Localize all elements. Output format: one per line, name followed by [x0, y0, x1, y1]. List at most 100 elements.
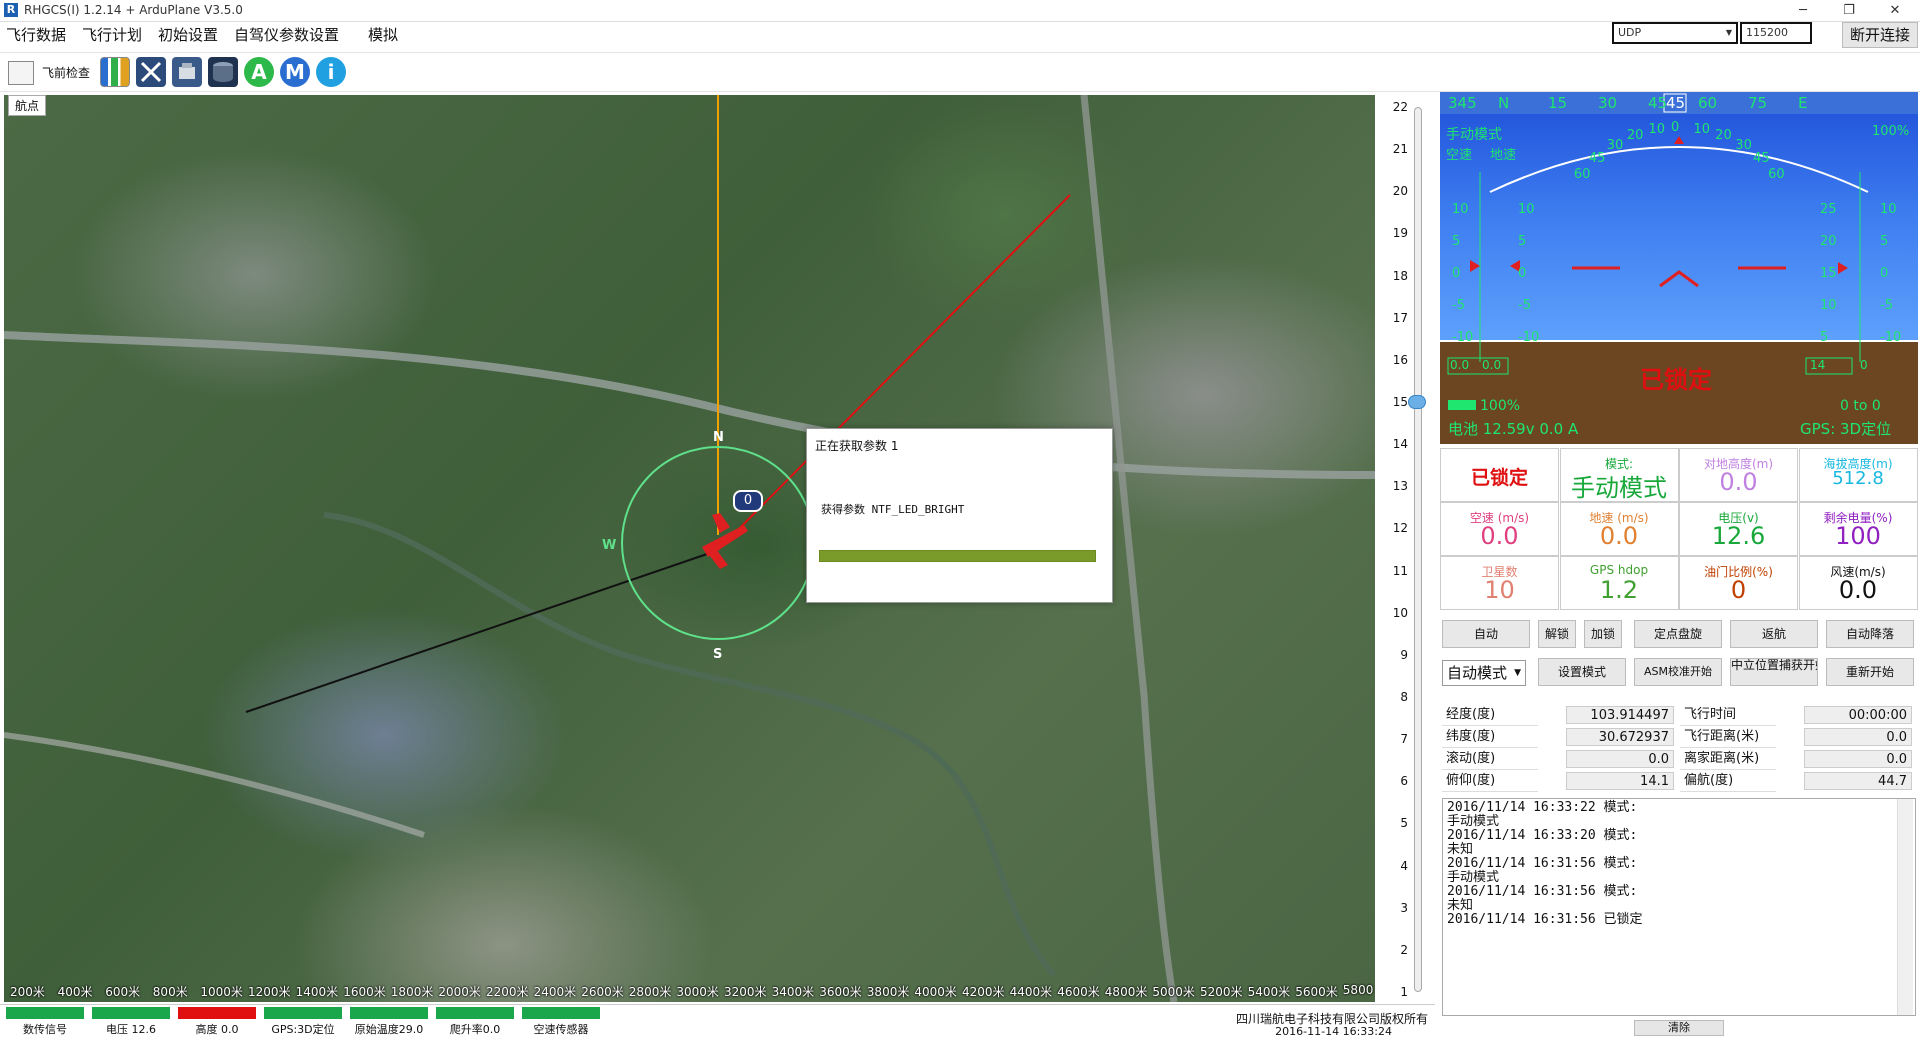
waypoint-marker[interactable]: 0	[733, 490, 763, 512]
hud-battery-percent: 100%	[1480, 398, 1521, 414]
info-value: 14.1	[1566, 772, 1674, 790]
data-cell-value: 100	[1835, 522, 1881, 550]
baud-select[interactable]: 115200	[1740, 22, 1812, 44]
chart-icon[interactable]	[100, 57, 130, 87]
data-cell-value: 已锁定	[1470, 467, 1528, 489]
a-icon[interactable]: A	[244, 57, 274, 87]
neutral-capture-button[interactable]: 中立位置捕获开始	[1730, 658, 1818, 686]
hud-roll-tick: 60	[1573, 166, 1591, 182]
status-indicator: 高度 0.0	[178, 1007, 256, 1037]
pencil-icon	[8, 61, 34, 85]
menu-flight-plan[interactable]: 飞行计划	[82, 24, 142, 45]
dialog-progress-bar	[819, 550, 1096, 562]
log-scrollbar[interactable]	[1897, 799, 1913, 1015]
hud-heading-value: 45	[1666, 94, 1686, 112]
hud-altitude-tick: 10	[1820, 298, 1837, 313]
auto-button[interactable]: 自动	[1442, 620, 1530, 648]
app-icon: R	[4, 3, 18, 17]
info-key: 滚动(度)	[1442, 748, 1538, 770]
menu-simulation[interactable]: 模拟	[368, 24, 398, 45]
log-line: 2016/11/14 16:31:56 模式:	[1447, 884, 1638, 899]
map-view[interactable]: N S W 0 航点 当前指向自动当前航点目标指向GPS路径（黑）	[4, 95, 1375, 1002]
data-cell-value: 0.0	[1719, 468, 1758, 496]
hud-gps-status: GPS: 3D定位	[1800, 420, 1892, 438]
data-cell-value: 手动模式	[1571, 474, 1667, 502]
hardware-icon[interactable]	[172, 57, 202, 87]
info-value: 0.0	[1804, 728, 1912, 746]
altitude-tick: 8	[1400, 690, 1408, 704]
data-cell-value: 0.0	[1480, 522, 1519, 550]
altitude-tick: 22	[1392, 100, 1408, 114]
status-bar: 四川瑞航电子科技有限公司版权所有 2016-11-14 16:33:24 数传信…	[0, 1004, 1435, 1048]
quick-data-grid: 已锁定 模式: 手动模式 对地高度(m) 0.0 海拔高度(m) 512.8 空速 (m/s)…	[1440, 448, 1918, 612]
altitude-tick: 9	[1400, 647, 1408, 662]
status-label: GPS:3D定位	[271, 1023, 335, 1036]
status-bar-light	[178, 1007, 256, 1019]
close-button[interactable]: ✕	[1872, 0, 1918, 22]
protocol-select[interactable]: UDP ▼	[1612, 22, 1738, 44]
restart-button[interactable]: 重新开始	[1826, 658, 1914, 686]
tools-icon[interactable]	[136, 57, 166, 87]
info-value: 0.0	[1566, 750, 1674, 768]
hud-speed-tick: 10	[1518, 202, 1535, 217]
arm-button[interactable]: 解锁	[1538, 620, 1576, 648]
title-bar: R RHGCS(I) 1.2.14 + ArduPlane V3.5.0 ─ ❐…	[0, 0, 1920, 22]
data-cell: 电压(v) 12.6	[1679, 502, 1798, 556]
distance-label: 200米	[10, 985, 45, 999]
menu-initial-setup[interactable]: 初始设置	[158, 24, 218, 45]
status-bar-light	[436, 1007, 514, 1019]
asm-calibrate-button[interactable]: ASM校准开始	[1634, 658, 1722, 686]
altitude-slider-thumb[interactable]	[1408, 395, 1426, 409]
info-value: 00:00:00	[1804, 706, 1912, 724]
altitude-tick: 13	[1392, 479, 1408, 494]
menu-autopilot-params[interactable]: 自驾仪参数设置	[234, 24, 339, 45]
altitude-slider-track[interactable]	[1414, 107, 1422, 992]
hud-heading-tick: 75	[1748, 94, 1768, 112]
data-cell-key: 海拔高度(m)	[1823, 457, 1893, 471]
hud-altitude-tick: -10	[1880, 330, 1902, 345]
auto-land-button[interactable]: 自动降落	[1826, 620, 1914, 648]
data-cell-key: 剩余电量(%)	[1823, 511, 1893, 525]
lock-button[interactable]: 加锁	[1584, 620, 1622, 648]
menu-flight-data[interactable]: 飞行数据	[6, 24, 66, 45]
rtl-button[interactable]: 返航	[1730, 620, 1818, 648]
compass-n: N	[713, 430, 724, 445]
database-icon[interactable]	[208, 57, 238, 87]
map-tab-waypoints[interactable]: 航点	[8, 95, 47, 116]
mode-select[interactable]: 自动模式 ▼	[1442, 660, 1526, 686]
disconnect-button[interactable]: 断开连接	[1842, 22, 1918, 48]
hud-roll-tick: 20	[1626, 128, 1644, 143]
data-cell: 地速 (m/s) 0.0	[1559, 502, 1679, 556]
altitude-tick: 16	[1392, 352, 1408, 367]
distance-label: 5400米	[1247, 985, 1291, 999]
log-line: 2016/11/14 16:31:56 模式:	[1447, 856, 1638, 871]
preflight-button[interactable]: 飞前检查	[8, 58, 90, 88]
hud-speed-tick: -5	[1452, 298, 1465, 313]
baud-value: 115200	[1746, 26, 1788, 39]
mode-select-value: 自动模式	[1447, 664, 1508, 682]
clear-log-button[interactable]: 清除	[1634, 1020, 1724, 1036]
data-cell-value: 512.8	[1832, 468, 1884, 489]
status-indicator: 爬升率0.0	[436, 1007, 514, 1037]
loiter-button[interactable]: 定点盘旋	[1634, 620, 1722, 648]
info-key: 俯仰(度)	[1442, 770, 1538, 792]
info-key: 纬度(度)	[1442, 726, 1538, 748]
maximize-button[interactable]: ❐	[1826, 0, 1872, 22]
info-key: 飞行距离(米)	[1680, 726, 1776, 748]
info-icon[interactable]: i	[316, 57, 346, 87]
hud-altitude-tick: 0	[1880, 266, 1889, 281]
minimize-button[interactable]: ─	[1780, 0, 1826, 22]
hud-roll-tick: 60	[1768, 166, 1785, 182]
distance-label: 4200米	[962, 985, 1005, 999]
hud-roll-tick: 20	[1715, 128, 1732, 143]
hud-heading-tick: 45	[1648, 94, 1668, 112]
data-cell: 卫星数 10	[1440, 556, 1559, 610]
log-line: 未知	[1447, 842, 1474, 857]
hud-roll-tick: 10	[1648, 122, 1666, 138]
hud-airspeed-label: 空速	[1446, 148, 1473, 163]
log-line: 2016/11/14 16:31:56 已锁定	[1447, 912, 1643, 927]
set-mode-button[interactable]: 设置模式	[1538, 658, 1626, 686]
right-panel: 345 N 15 30 45 60 75 E 45 60 45 30 20 10 0 10 20 30 45 60 …	[1438, 92, 1920, 1048]
status-label: 原始温度29.0	[354, 1023, 424, 1036]
m-icon[interactable]: M	[280, 57, 310, 87]
